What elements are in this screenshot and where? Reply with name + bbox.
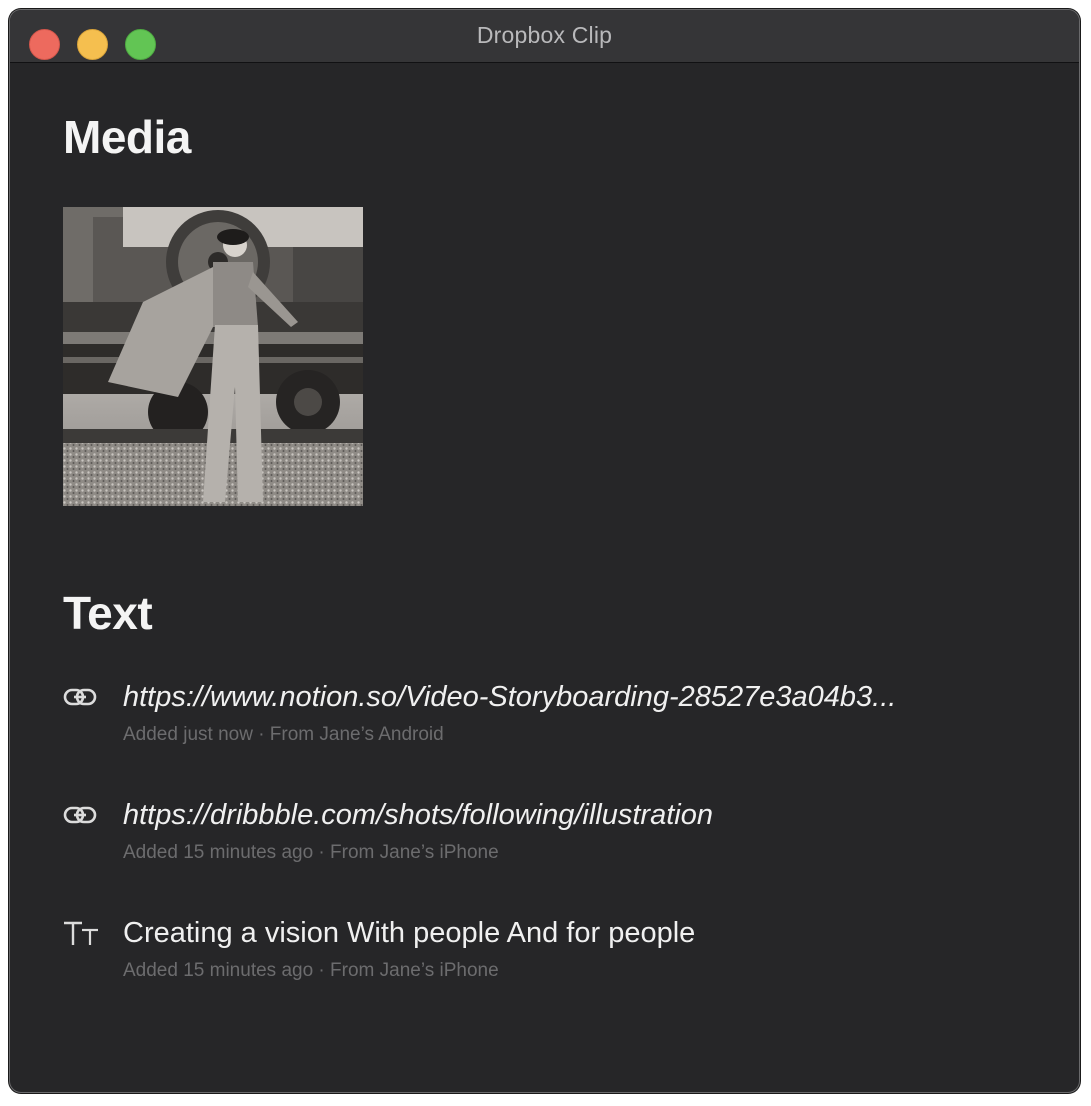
app-window: Dropbox Clip Media Text https://www.noti… — [9, 9, 1080, 1093]
link-icon — [63, 680, 99, 716]
clip-item-title[interactable]: Creating a vision With people And for pe… — [123, 916, 973, 950]
clip-item-title[interactable]: https://dribbble.com/shots/following/ill… — [123, 798, 973, 832]
media-thumbnail[interactable] — [63, 207, 363, 506]
media-thumbnail-image — [63, 207, 363, 506]
clip-item-meta: Added 15 minutes ago · From Jane’s iPhon… — [123, 842, 499, 863]
title-bar[interactable]: Dropbox Clip — [10, 10, 1079, 63]
clip-item-meta: Added just now · From Jane’s Android — [123, 724, 444, 745]
clip-item-meta: Added 15 minutes ago · From Jane’s iPhon… — [123, 960, 499, 981]
media-section-heading: Media — [63, 111, 191, 163]
text-format-icon — [63, 916, 99, 952]
clip-item-text[interactable]: Creating a vision With people And for pe… — [63, 916, 1023, 996]
clip-item-title[interactable]: https://www.notion.so/Video-Storyboardin… — [123, 680, 973, 714]
clip-item-link[interactable]: https://www.notion.so/Video-Storyboardin… — [63, 680, 1023, 760]
window-title: Dropbox Clip — [476, 22, 613, 48]
link-icon — [63, 798, 99, 834]
clip-item-link[interactable]: https://dribbble.com/shots/following/ill… — [63, 798, 1023, 878]
text-section-heading: Text — [63, 587, 153, 639]
